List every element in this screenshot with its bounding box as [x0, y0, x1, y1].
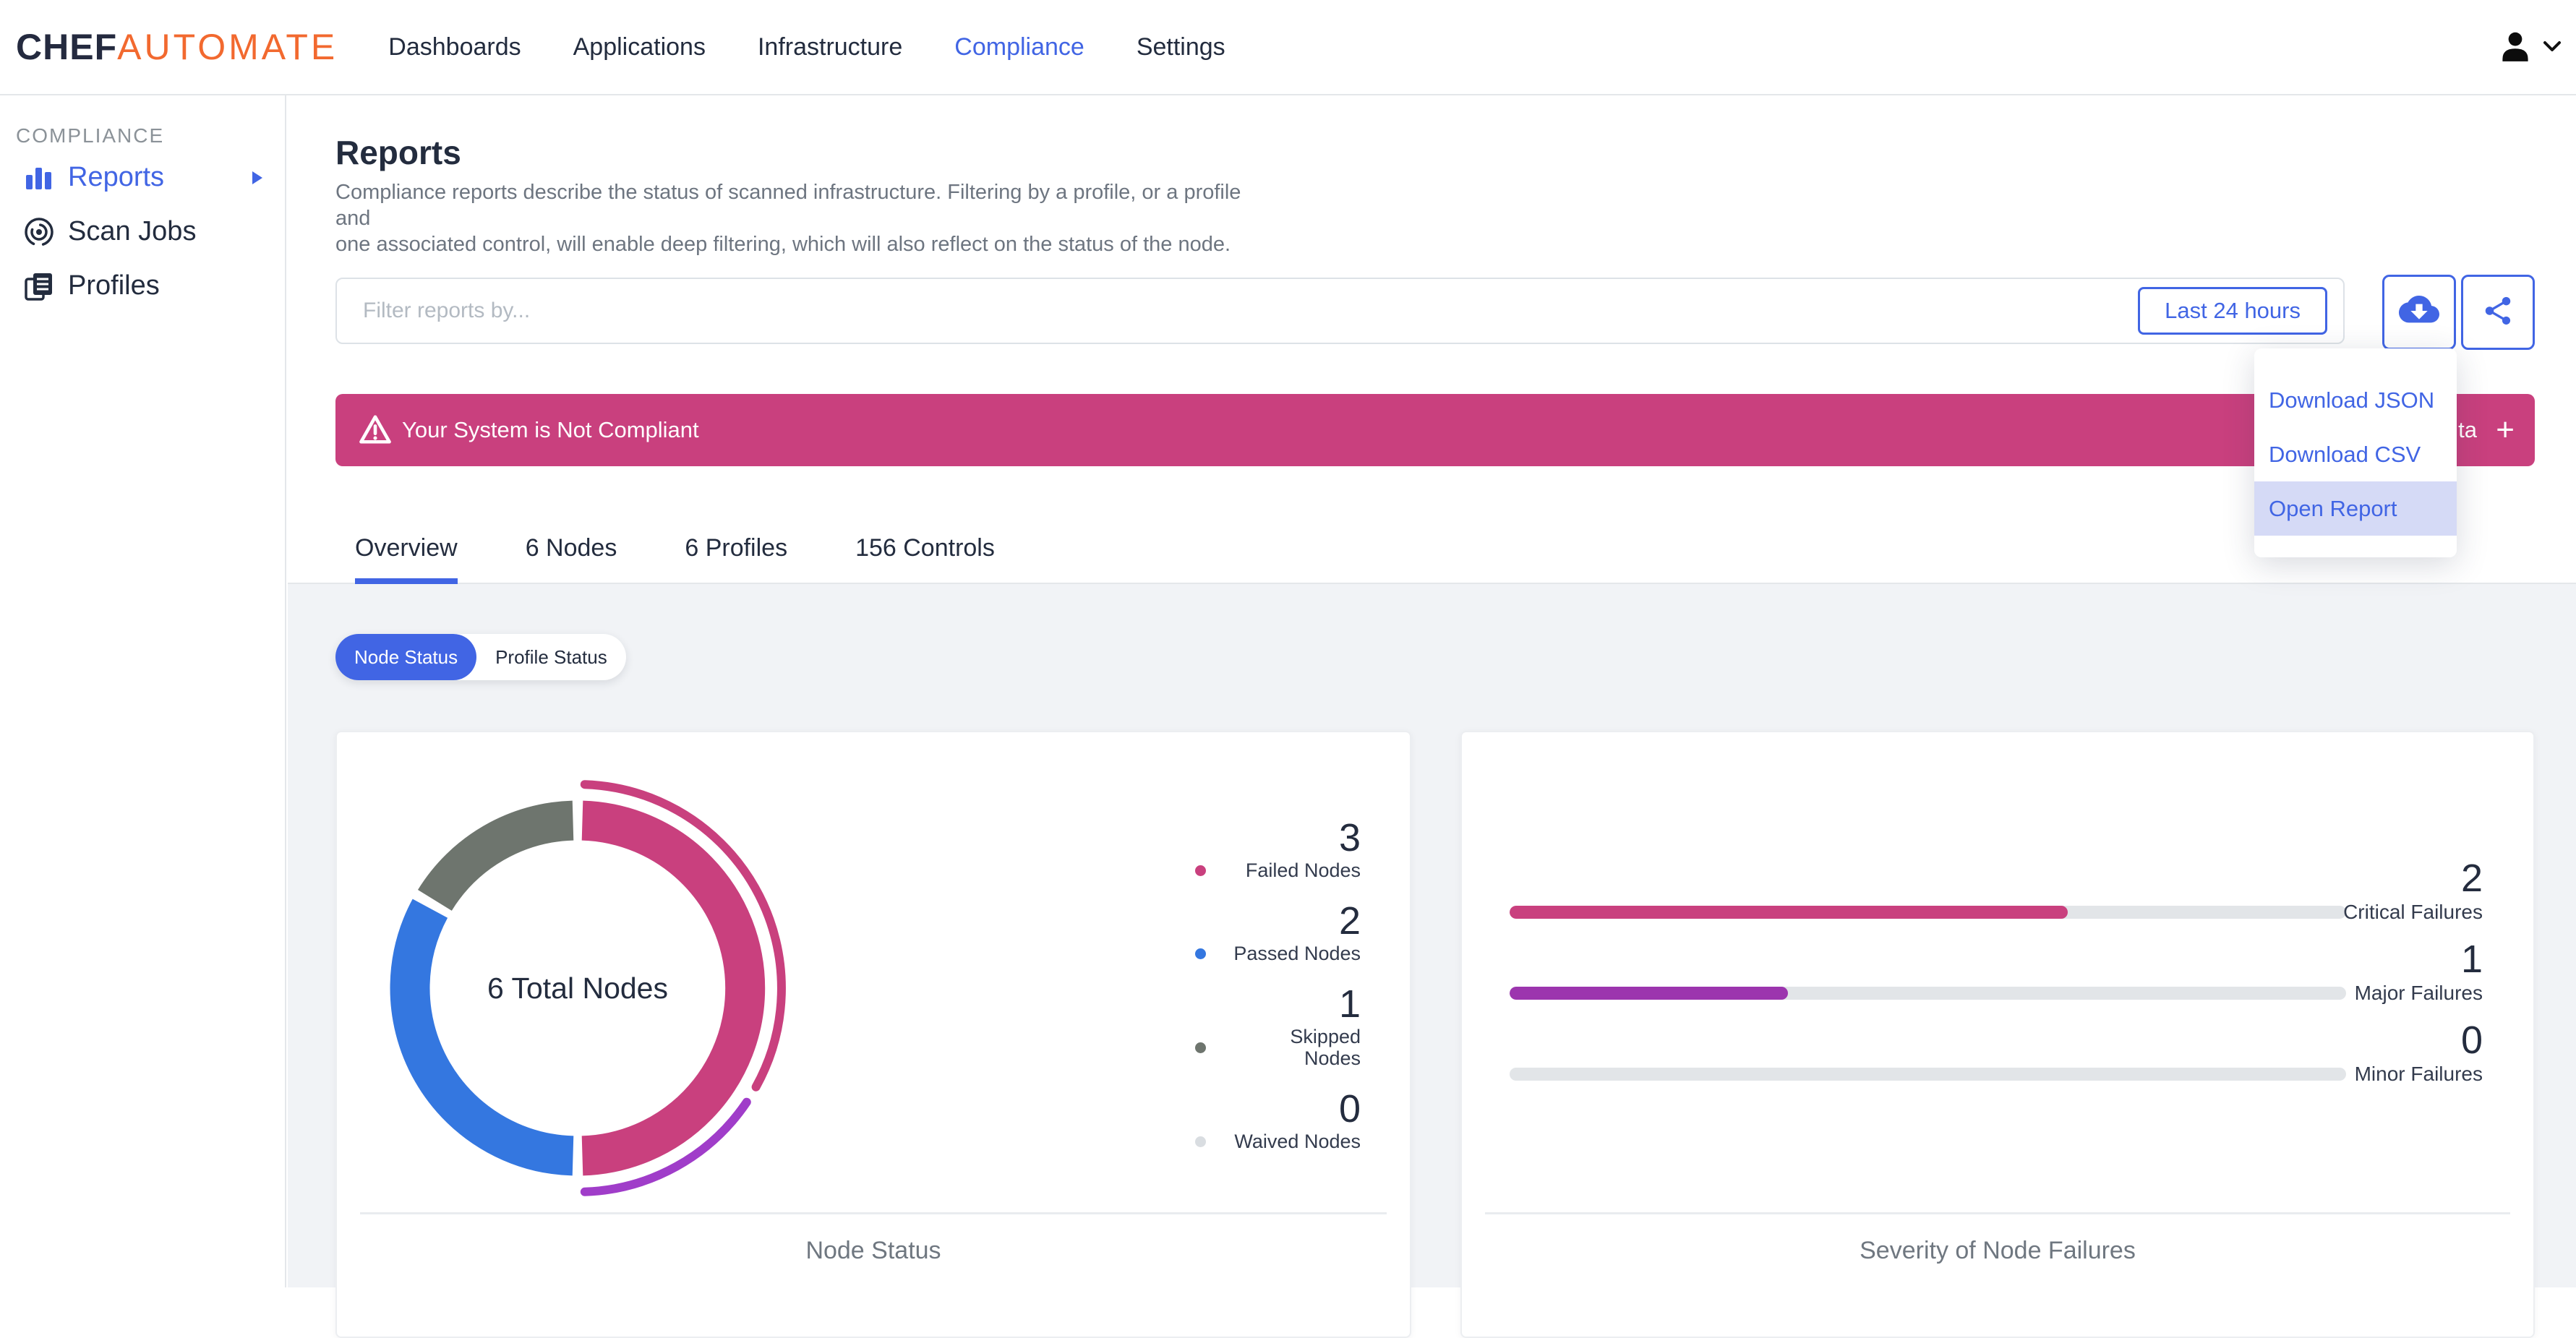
legend-label: Failed Nodes: [1245, 859, 1361, 881]
bar-fill: [1510, 987, 1789, 1000]
top-navigation-bar: CHEFAUTOMATE Dashboards Applications Inf…: [0, 0, 2576, 95]
node-status-card: 6 Total Nodes 3 Failed Nodes 2 Passed No…: [335, 731, 1411, 1338]
chef-automate-logo[interactable]: CHEFAUTOMATE: [16, 26, 338, 68]
share-button[interactable]: [2461, 275, 2535, 350]
node-status-donut: 6 Total Nodes: [354, 764, 802, 1212]
severity-value: 0: [2460, 1018, 2483, 1062]
card-divider: [1485, 1212, 2510, 1214]
menu-item-download-json[interactable]: Download JSON: [2254, 373, 2457, 427]
legend-item-skipped: 1 Skipped Nodes: [1195, 984, 1361, 1069]
nav-item-dashboards[interactable]: Dashboards: [362, 33, 547, 61]
filter-bar: Last 24 hours: [335, 278, 2345, 344]
status-toggle: Node Status Profile Status: [335, 634, 626, 680]
compliance-status-banner: Your System is Not Compliant ta +: [335, 394, 2535, 466]
main-content: Reports Compliance reports describe the …: [288, 95, 2576, 1338]
tab-nodes[interactable]: 6 Nodes: [526, 533, 617, 584]
tab-overview[interactable]: Overview: [355, 533, 458, 584]
donut-legend: 3 Failed Nodes 2 Passed Nodes 1 Skipped …: [1195, 818, 1361, 1152]
legend-label: Passed Nodes: [1233, 943, 1361, 964]
severity-value: 1: [2460, 938, 2483, 981]
legend-item-failed: 3 Failed Nodes: [1195, 818, 1361, 881]
logo-chef-text: CHEF: [16, 27, 118, 67]
sidebar-section-label: COMPLIANCE: [16, 124, 165, 147]
sidebar-item-profiles[interactable]: Profiles: [0, 259, 285, 313]
severity-value: 2: [2460, 857, 2483, 900]
banner-partial-text: ta: [2458, 417, 2477, 442]
menu-item-download-csv[interactable]: Download CSV: [2254, 427, 2457, 481]
toggle-node-status[interactable]: Node Status: [335, 634, 477, 680]
bar-track: [1510, 906, 2346, 919]
primary-nav: Dashboards Applications Infrastructure C…: [362, 33, 1251, 61]
legend-item-waived: 0 Waived Nodes: [1195, 1089, 1361, 1152]
bar-track: [1510, 987, 2346, 1000]
documents-icon: [23, 270, 55, 302]
card-caption: Severity of Node Failures: [1860, 1237, 2136, 1264]
legend-value: 1: [1338, 982, 1361, 1026]
severity-row-minor: 0 Minor Failures: [1510, 1020, 2533, 1101]
radar-icon: [23, 216, 55, 248]
bar-fill: [1510, 906, 2068, 919]
user-menu[interactable]: [2499, 0, 2562, 95]
legend-dot: [1195, 1136, 1206, 1147]
sidebar-item-label: Scan Jobs: [68, 216, 197, 246]
card-caption: Node Status: [805, 1237, 941, 1264]
sidebar-item-label: Reports: [68, 162, 165, 192]
chevron-down-icon[interactable]: [2543, 40, 2562, 56]
download-report-button[interactable]: [2382, 275, 2456, 350]
legend-dot: [1195, 1042, 1206, 1053]
sidebar-item-label: Profiles: [68, 270, 160, 301]
chevron-right-icon: [252, 171, 263, 185]
share-icon: [2481, 294, 2515, 331]
page-title: Reports: [335, 134, 461, 171]
legend-dot: [1195, 865, 1206, 876]
report-tabs: Overview 6 Nodes 6 Profiles 156 Controls: [355, 533, 1063, 584]
bar-track: [1510, 1068, 2346, 1081]
legend-value: 3: [1338, 816, 1361, 859]
tab-controls[interactable]: 156 Controls: [855, 533, 995, 584]
page-description: Compliance reports describe the status o…: [335, 181, 1241, 256]
legend-dot: [1195, 948, 1206, 959]
filter-reports-input[interactable]: [337, 279, 2130, 343]
banner-message: Your System is Not Compliant: [402, 417, 699, 442]
nav-item-settings[interactable]: Settings: [1111, 33, 1251, 61]
warning-triangle-icon: [359, 413, 392, 445]
time-range-button[interactable]: Last 24 hours: [2138, 287, 2327, 335]
card-divider: [360, 1212, 1387, 1214]
sidebar-item-scan-jobs[interactable]: Scan Jobs: [0, 205, 285, 259]
user-avatar-icon[interactable]: [2499, 31, 2531, 65]
severity-bars: 2 Critical Failures 1 Major Failures 0 M…: [1510, 858, 2533, 1101]
legend-value: 2: [1338, 899, 1361, 943]
severity-label: Minor Failures: [2354, 1063, 2483, 1085]
legend-label: Skipped Nodes: [1290, 1026, 1361, 1069]
nav-item-applications[interactable]: Applications: [547, 33, 732, 61]
legend-item-passed: 2 Passed Nodes: [1195, 901, 1361, 964]
cloud-download-icon: [2399, 295, 2439, 330]
tab-profiles[interactable]: 6 Profiles: [685, 533, 787, 584]
sidebar: COMPLIANCE Reports Scan Jobs Profiles: [0, 95, 286, 1287]
legend-label: Waived Nodes: [1234, 1131, 1361, 1152]
plus-icon[interactable]: +: [2496, 394, 2515, 466]
toggle-profile-status[interactable]: Profile Status: [476, 634, 626, 680]
severity-row-critical: 2 Critical Failures: [1510, 858, 2533, 939]
sidebar-item-reports[interactable]: Reports: [0, 150, 285, 205]
severity-row-major: 1 Major Failures: [1510, 939, 2533, 1020]
logo-automate-text: AUTOMATE: [117, 27, 338, 67]
severity-label: Major Failures: [2354, 982, 2483, 1004]
menu-item-open-report[interactable]: Open Report: [2254, 481, 2457, 536]
legend-value: 0: [1338, 1087, 1361, 1131]
severity-card: 2 Critical Failures 1 Major Failures 0 M…: [1460, 731, 2535, 1338]
nav-item-infrastructure[interactable]: Infrastructure: [732, 33, 928, 61]
nav-item-compliance[interactable]: Compliance: [928, 33, 1111, 61]
donut-center-label: 6 Total Nodes: [487, 971, 668, 1005]
bar-chart-icon: [23, 162, 55, 194]
download-dropdown-menu: Download JSON Download CSV Open Report: [2254, 348, 2457, 557]
severity-label: Critical Failures: [2343, 901, 2483, 923]
